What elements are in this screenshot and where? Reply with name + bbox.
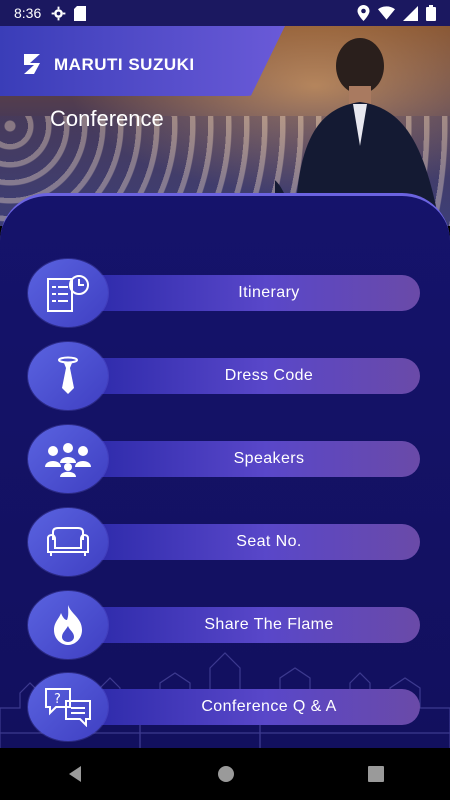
group-icon: [45, 443, 91, 477]
sd-card-icon: [74, 5, 87, 21]
chat-question-icon: ?: [45, 688, 91, 727]
share-the-flame-button[interactable]: Share The Flame: [78, 607, 420, 643]
location-icon: [357, 5, 370, 21]
seat-no-button[interactable]: Seat No.: [78, 524, 420, 560]
system-nav-bar: [0, 748, 450, 800]
conference-qa-button[interactable]: Conference Q & A: [78, 689, 420, 725]
dress-code-button[interactable]: Dress Code: [78, 358, 420, 394]
menu-icon-wrap: ?: [28, 673, 108, 741]
recents-icon[interactable]: [367, 765, 385, 783]
menu-icon-wrap: [28, 259, 108, 327]
itinerary-button[interactable]: Itinerary: [78, 275, 420, 311]
menu-icon-wrap: [28, 425, 108, 493]
flame-icon: [54, 605, 82, 645]
svg-text:?: ?: [54, 692, 61, 707]
menu-panel: Itinerary Dress Code Speakers Seat No. S…: [0, 193, 450, 748]
menu-item-seat-no[interactable]: Seat No.: [28, 508, 420, 576]
signal-icon: [403, 5, 418, 21]
gear-icon: [51, 6, 66, 20]
tie-icon: [58, 356, 78, 394]
menu-item-dress-code[interactable]: Dress Code: [28, 342, 420, 410]
page-title: Conference: [50, 106, 164, 131]
menu-item-itinerary[interactable]: Itinerary: [28, 259, 420, 327]
menu-icon-wrap: [28, 342, 108, 410]
brand-name: MARUTI SUZUKI: [54, 55, 195, 74]
menu-item-speakers[interactable]: Speakers: [28, 425, 420, 493]
suzuki-logo-icon: [24, 54, 40, 74]
menu-icon-wrap: [28, 508, 108, 576]
status-bar: 8:36: [0, 0, 450, 26]
sofa-icon: [47, 527, 89, 556]
menu-item-share-the-flame[interactable]: Share The Flame: [28, 591, 420, 659]
back-icon[interactable]: [65, 764, 85, 784]
home-icon[interactable]: [216, 764, 236, 784]
status-time: 8:36: [14, 5, 42, 21]
menu-icon-wrap: [28, 591, 108, 659]
menu-item-conference-qa[interactable]: Conference Q & A ?: [28, 673, 420, 741]
speakers-button[interactable]: Speakers: [78, 441, 420, 477]
wifi-icon: [378, 6, 395, 20]
itinerary-icon: [47, 275, 89, 312]
battery-icon: [426, 5, 436, 21]
